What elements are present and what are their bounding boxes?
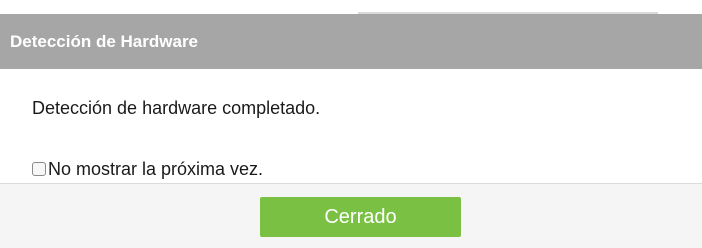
background-strip (0, 0, 702, 14)
close-button[interactable]: Cerrado (260, 197, 461, 237)
hardware-detection-dialog: Detección de Hardware Detección de hardw… (0, 14, 702, 248)
dont-show-again-label[interactable]: No mostrar la próxima vez. (48, 158, 263, 180)
dialog-footer: Cerrado (0, 183, 702, 248)
dont-show-again-row[interactable]: No mostrar la próxima vez. (32, 158, 263, 180)
dialog-titlebar: Detección de Hardware (0, 14, 702, 69)
dialog-content: Detección de hardware completado. No mos… (0, 69, 702, 183)
dialog-message: Detección de hardware completado. (32, 98, 321, 118)
dialog-title: Detección de Hardware (10, 32, 199, 51)
dont-show-again-checkbox[interactable] (32, 162, 46, 176)
